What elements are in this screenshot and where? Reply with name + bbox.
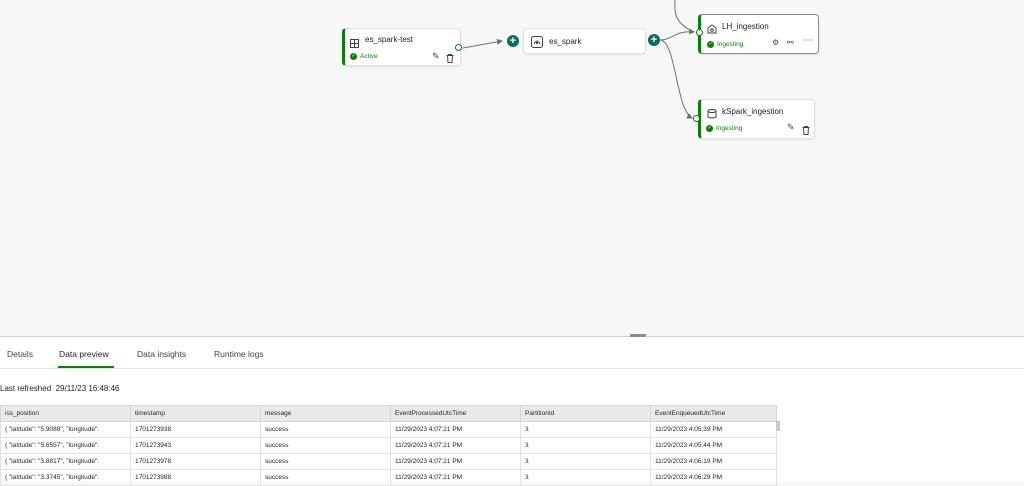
link-icon[interactable]: ⚯ [787, 38, 794, 47]
kspark-input-port[interactable] [693, 115, 700, 122]
add-destination-button[interactable]: + [648, 34, 660, 46]
table-cell: 3 [520, 469, 651, 486]
delete-icon[interactable] [446, 50, 454, 68]
database-icon [707, 106, 717, 124]
status-label: Active [360, 53, 378, 60]
table-row: { "latitude": "5.6557", "longitude": 170… [0, 437, 777, 454]
tab-data-preview[interactable]: Data preview [59, 349, 109, 359]
column-header[interactable]: PartitionId [520, 405, 651, 422]
table-cell: { "latitude": "5.6557", "longitude": [0, 437, 131, 454]
settings-icon[interactable]: ⚙ [772, 38, 779, 47]
last-refreshed-value: 29/11/23 16:48:46 [55, 384, 120, 393]
table-cell: 3 [520, 421, 651, 438]
source-node-title: es_spark-test [365, 35, 414, 44]
table-cell: 11/29/2023 4:06:29 PM [650, 469, 777, 486]
table-cell: 11/29/2023 4:07:21 PM [390, 453, 521, 470]
column-header[interactable]: message [260, 405, 391, 422]
table-cell: 11/29/2023 4:05:39 PM [650, 421, 777, 438]
destination-title-kspark: kSpark_ingestion [722, 107, 784, 116]
tabs-divider [0, 368, 1024, 369]
table-cell: 11/29/2023 4:07:21 PM [390, 437, 521, 454]
table-header-row: iss_position timestamp message EventProc… [0, 405, 777, 422]
check-icon: ✓ [707, 41, 714, 48]
column-header[interactable]: timestamp [130, 405, 261, 422]
destination-node-lh[interactable]: LH_ingestion ✓ Ingesting ⚙ ⚯ ⋯ [698, 14, 819, 54]
eventstream-icon [531, 35, 543, 53]
table-cell: 3 [520, 453, 651, 470]
delete-icon[interactable] [802, 122, 810, 140]
last-refreshed: Last refreshed 29/11/23 16:48:46 [0, 384, 120, 393]
bottom-panel: Details Data preview Data insights Runti… [0, 337, 1024, 486]
table-scrollbar[interactable] [776, 421, 780, 431]
tab-runtime-logs[interactable]: Runtime logs [214, 349, 264, 359]
table-icon [350, 35, 359, 53]
table-cell: { "latitude": "5.9088", "longitude": [0, 421, 131, 438]
connectors [462, 0, 695, 119]
data-preview-table: iss_position timestamp message EventProc… [0, 405, 777, 486]
destination-status-kspark: ✓ Ingesting [706, 125, 742, 132]
table-cell: 1701273988 [130, 469, 261, 486]
table-cell: success [260, 421, 391, 438]
table-cell: { "latitude": "3.3745", "longitude": [0, 469, 131, 486]
source-output-port[interactable] [455, 44, 462, 51]
table-cell: success [260, 469, 391, 486]
table-cell: 1701273938 [130, 421, 261, 438]
lh-input-port[interactable] [696, 29, 703, 36]
stream-node[interactable]: es_spark [523, 28, 646, 54]
table-cell: 11/29/2023 4:07:21 PM [390, 421, 521, 438]
check-icon: ✓ [706, 125, 713, 132]
tab-data-insights[interactable]: Data insights [137, 349, 186, 359]
column-header[interactable]: EventProcessedUtcTime [390, 405, 521, 422]
table-row: { "latitude": "3.3745", "longitude": 170… [0, 469, 777, 486]
last-refreshed-label: Last refreshed [0, 384, 52, 393]
table-cell: success [260, 437, 391, 454]
stream-node-title: es_spark [549, 37, 582, 46]
destination-node-kspark[interactable]: kSpark_ingestion ✓ Ingesting ✎ [698, 99, 815, 139]
table-cell: 1701273978 [130, 453, 261, 470]
check-icon: ✓ [350, 53, 357, 60]
table-cell: success [260, 453, 391, 470]
destination-status-lh: ✓ Ingesting [707, 41, 743, 48]
status-label: Ingesting [717, 41, 744, 48]
table-cell: { "latitude": "3.8817", "longitude": [0, 453, 131, 470]
add-transform-button[interactable]: + [507, 35, 519, 47]
table-row: { "latitude": "5.9088", "longitude": 170… [0, 421, 777, 438]
more-options-icon[interactable]: ⋯ [803, 35, 813, 46]
source-node[interactable]: es_spark-test ✓ Active ✎ [342, 28, 461, 66]
lakehouse-icon [707, 21, 717, 39]
table-row: { "latitude": "3.8817", "longitude": 170… [0, 453, 777, 470]
table-cell: 1701273943 [130, 437, 261, 454]
table-cell: 3 [520, 437, 651, 454]
column-header[interactable]: EventEnqueuedUtcTime [650, 405, 777, 422]
tab-details[interactable]: Details [7, 349, 33, 359]
table-cell: 11/29/2023 4:06:19 PM [650, 453, 777, 470]
edit-icon[interactable]: ✎ [787, 122, 795, 133]
edit-icon[interactable]: ✎ [432, 51, 440, 62]
pipeline-canvas[interactable]: es_spark-test ✓ Active ✎ + es_spark + LH… [0, 0, 1024, 336]
table-cell: 11/29/2023 4:05:44 PM [650, 437, 777, 454]
column-header[interactable]: iss_position [0, 405, 131, 422]
status-label: Ingesting [716, 125, 743, 132]
table-cell: 11/29/2023 4:07:21 PM [390, 469, 521, 486]
destination-title-lh: LH_ingestion [722, 22, 769, 31]
source-node-status: ✓ Active [350, 53, 378, 60]
